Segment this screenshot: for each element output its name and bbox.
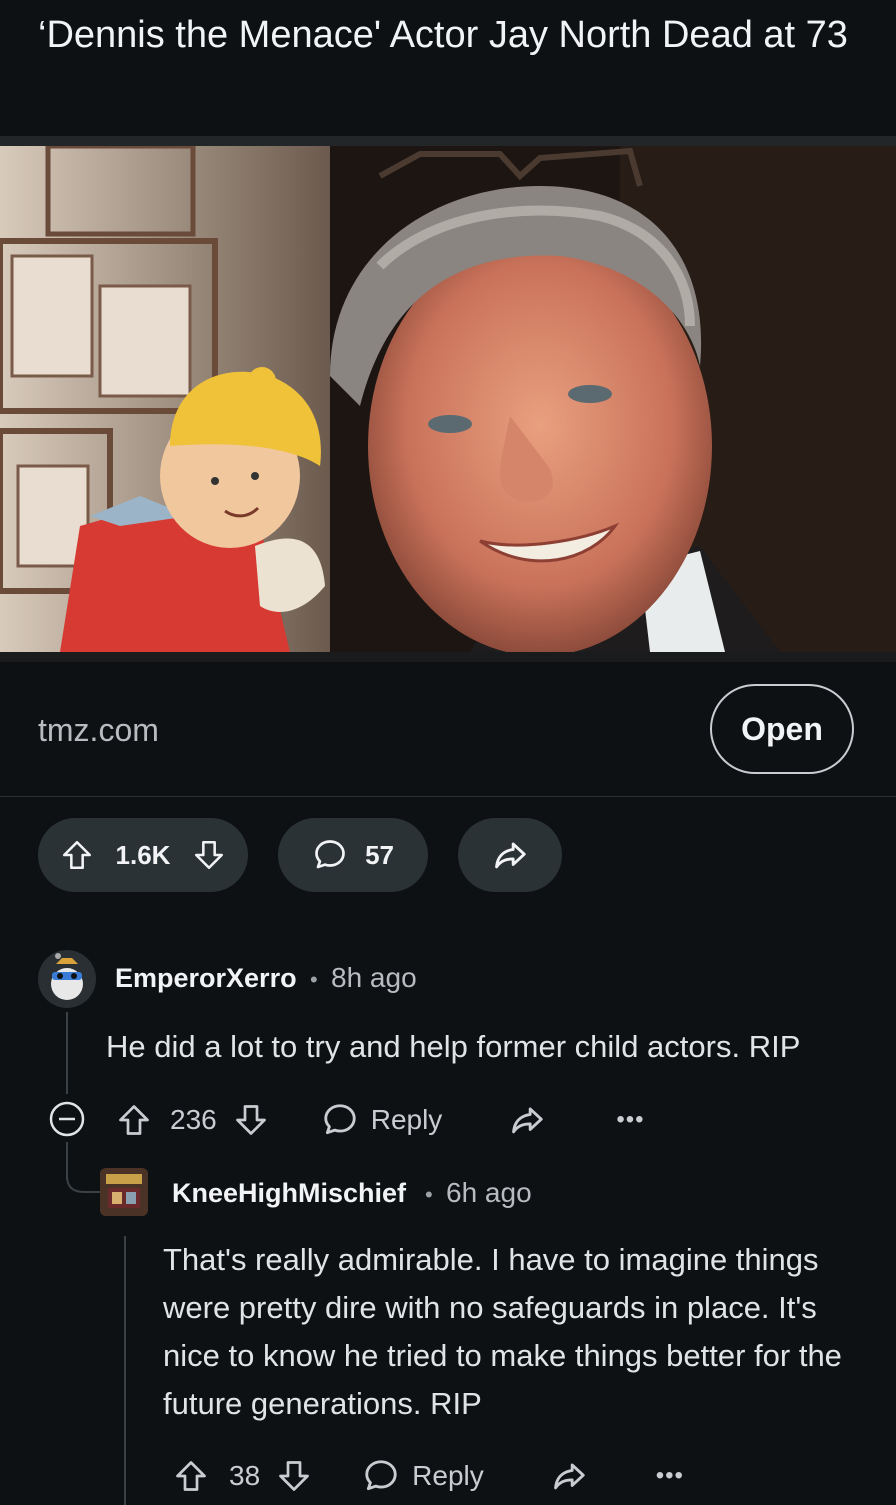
more-dots-icon[interactable]: ••• (656, 1462, 684, 1490)
comment-author[interactable]: KneeHighMischief (172, 1178, 406, 1209)
comment-bubble-icon (365, 1460, 397, 1491)
upvote-arrow-icon[interactable] (60, 838, 94, 872)
comment-actions: 38 Reply ••• (173, 1454, 684, 1498)
image-top-border (0, 136, 896, 146)
divider (0, 796, 896, 797)
thread-line (124, 1236, 126, 1505)
comments-button[interactable]: 57 (278, 818, 428, 892)
share-button[interactable] (458, 818, 562, 892)
more-dots-icon[interactable]: ••• (616, 1106, 644, 1134)
upvote-arrow-icon[interactable] (116, 1102, 152, 1138)
reply-button[interactable]: Reply (321, 1101, 443, 1139)
image-bottom-border (0, 652, 896, 662)
share-arrow-icon[interactable] (508, 1101, 546, 1139)
downvote-arrow-icon[interactable] (276, 1458, 312, 1494)
post-score: 1.6K (115, 839, 171, 870)
upvote-arrow-icon[interactable] (173, 1458, 209, 1494)
thread-connector (66, 1150, 100, 1194)
comment-author[interactable]: EmperorXerro (115, 963, 297, 994)
collapse-minus-icon[interactable] (48, 1100, 86, 1143)
comment-body: That's really admirable. I have to imagi… (163, 1242, 842, 1421)
comment-bubble-icon (324, 1104, 356, 1135)
post-vote-pill: 1.6K (38, 818, 248, 892)
separator-dot: • (310, 967, 318, 992)
share-arrow-icon[interactable] (550, 1457, 588, 1495)
comment-age: 6h ago (446, 1177, 532, 1208)
link-preview-image[interactable] (0, 146, 896, 652)
post-title[interactable]: ‘Dennis the Menace' Actor Jay North Dead… (38, 8, 878, 62)
link-domain[interactable]: tmz.com (38, 712, 159, 749)
avatar[interactable] (100, 1168, 148, 1216)
reply-button[interactable]: Reply (362, 1457, 484, 1495)
comment-bubble-icon (312, 837, 348, 873)
comment-actions: 236 Reply ••• (116, 1098, 645, 1142)
open-link-button[interactable]: Open (710, 684, 854, 774)
photo-illustration (0, 146, 896, 652)
comment-score: 38 (229, 1460, 261, 1491)
comment-count: 57 (365, 839, 394, 870)
avatar[interactable] (38, 950, 96, 1008)
downvote-arrow-icon[interactable] (233, 1102, 269, 1138)
comment-score: 236 (170, 1104, 217, 1135)
comment-body: He did a lot to try and help former chil… (106, 1029, 801, 1064)
share-arrow-icon (491, 836, 529, 874)
reply-label: Reply (412, 1460, 484, 1491)
comment-age: 8h ago (331, 962, 417, 993)
reply-label: Reply (370, 1104, 443, 1135)
downvote-arrow-icon[interactable] (192, 838, 226, 872)
separator-dot: • (425, 1182, 433, 1207)
thread-line (66, 1012, 68, 1094)
